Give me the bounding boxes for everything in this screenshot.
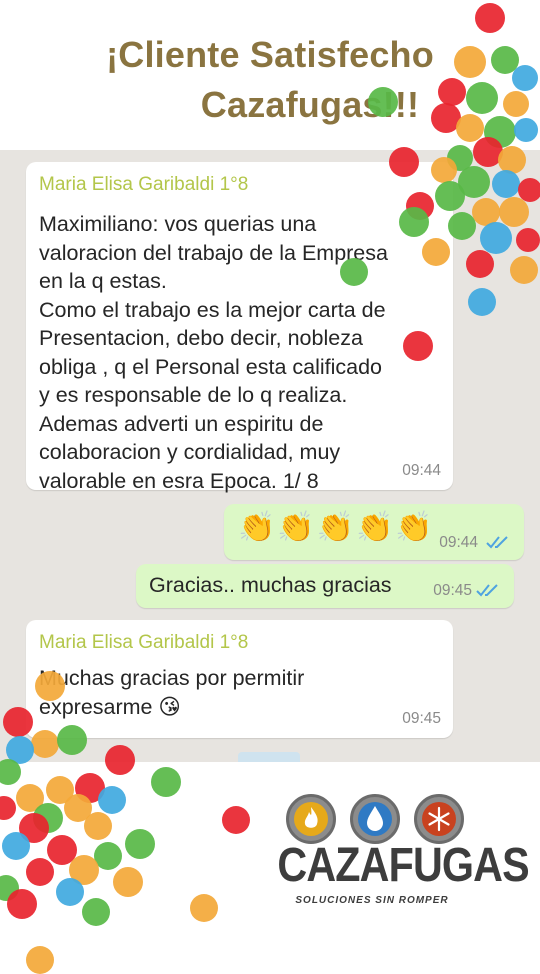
- confetti-dot: [26, 858, 54, 886]
- confetti-dot: [2, 832, 30, 860]
- outgoing-message[interactable]: 👏👏👏👏👏 09:44: [224, 504, 524, 560]
- message-text: Gracias.. muchas gracias: [149, 573, 392, 597]
- confetti-dot: [514, 118, 538, 142]
- confetti-dot: [466, 250, 494, 278]
- confetti-dot: [492, 170, 520, 198]
- confetti-dot: [512, 65, 538, 91]
- message-time: 09:45: [402, 710, 441, 727]
- confetti-dot: [438, 78, 466, 106]
- read-receipt-icon: [486, 536, 508, 549]
- incoming-message[interactable]: Maria Elisa Garibaldi 1°8 Maximiliano: v…: [26, 162, 453, 493]
- confetti-dot: [422, 238, 450, 266]
- confetti-dot: [125, 829, 155, 859]
- confetti-dot: [7, 889, 37, 919]
- sender-name: Maria Elisa Garibaldi 1°8: [39, 632, 249, 653]
- confetti-dot: [31, 730, 59, 758]
- chat-area[interactable]: Maria Elisa Garibaldi 1°8 Maximiliano: v…: [0, 150, 540, 762]
- confetti-dot: [431, 157, 457, 183]
- confetti-dot: [399, 207, 429, 237]
- incoming-message[interactable]: Maria Elisa Garibaldi 1°8 Muchas gracias…: [26, 620, 453, 738]
- confetti-dot: [113, 867, 143, 897]
- water-drop-icon: [350, 794, 400, 844]
- message-time: 09:44: [439, 534, 478, 551]
- message-text: Maximiliano: vos querias una valoracion …: [39, 212, 388, 493]
- confetti-dot: [57, 725, 87, 755]
- confetti-dot: [516, 228, 540, 252]
- confetti-dot: [340, 258, 368, 286]
- confetti-dot: [35, 671, 65, 701]
- confetti-dot: [56, 878, 84, 906]
- confetti-dot: [3, 707, 33, 737]
- confetti-dot: [456, 114, 484, 142]
- confetti-dot: [475, 3, 505, 33]
- confetti-dot: [454, 46, 486, 78]
- confetti-dot: [468, 288, 496, 316]
- message-text: Muchas gracias por permitir expresarme 😘: [39, 666, 305, 719]
- snowflake-icon: [414, 794, 464, 844]
- confetti-dot: [499, 197, 529, 227]
- confetti-dot: [26, 946, 54, 974]
- confetti-dot: [368, 87, 398, 117]
- confetti-dot: [190, 894, 218, 922]
- brand-logo-text: CAZAFUGAS: [277, 839, 529, 892]
- fire-icon: [286, 794, 336, 844]
- confetti-dot: [389, 147, 419, 177]
- confetti-dot: [510, 256, 538, 284]
- confetti-dot: [105, 745, 135, 775]
- confetti-dot: [151, 767, 181, 797]
- confetti-dot: [84, 812, 112, 840]
- clapping-emoji: 👏👏👏👏👏: [238, 511, 435, 544]
- read-receipt-icon: [476, 584, 498, 597]
- confetti-dot: [448, 212, 476, 240]
- confetti-dot: [98, 786, 126, 814]
- confetti-dot: [403, 331, 433, 361]
- confetti-dot: [503, 91, 529, 117]
- confetti-dot: [435, 181, 465, 211]
- confetti-dot: [480, 222, 512, 254]
- sender-name: Maria Elisa Garibaldi 1°8: [39, 174, 249, 195]
- message-time: 09:44: [402, 462, 441, 479]
- confetti-dot: [466, 82, 498, 114]
- brand-tagline: SOLUCIONES SIN ROMPER: [295, 895, 449, 906]
- confetti-dot: [222, 806, 250, 834]
- confetti-dot: [82, 898, 110, 926]
- message-time: 09:45: [433, 582, 472, 599]
- outgoing-message[interactable]: Gracias.. muchas gracias 09:45: [136, 564, 514, 608]
